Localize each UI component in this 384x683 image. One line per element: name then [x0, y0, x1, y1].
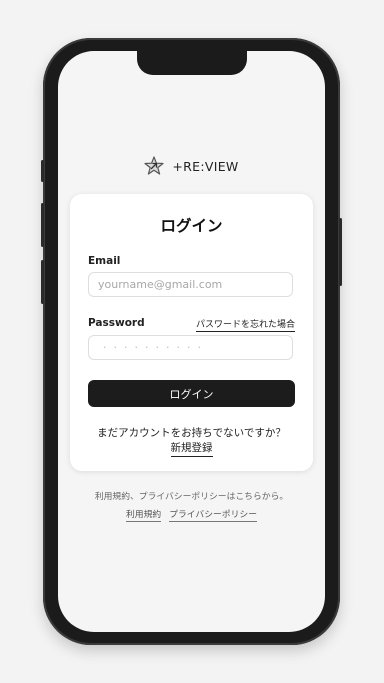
- power-button: [339, 218, 342, 286]
- register-link[interactable]: 新規登録: [170, 440, 213, 457]
- login-title: ログイン: [160, 217, 223, 235]
- phone-frame: +RE:VIEW ログイン Email Password パスワードを忘れた場合…: [41, 38, 342, 645]
- star-arrow-icon: [144, 156, 165, 175]
- terms-link[interactable]: 利用規約: [126, 507, 162, 522]
- password-label: Password: [88, 317, 145, 329]
- email-input[interactable]: [88, 272, 293, 297]
- no-account-prompt: まだアカウントをお持ちでないですか？: [97, 427, 286, 439]
- volume-up-button: [41, 203, 44, 247]
- password-input[interactable]: ··········: [88, 335, 293, 360]
- terms-notice: 利用規約、プライバシーポリシーはこちらから。: [94, 492, 289, 502]
- notch: [137, 51, 247, 75]
- forgot-password-link[interactable]: パスワードを忘れた場合: [195, 317, 295, 332]
- login-button[interactable]: ログイン: [88, 380, 295, 407]
- terms-links: 利用規約 プライバシーポリシー: [58, 507, 325, 522]
- phone-screen: +RE:VIEW ログイン Email Password パスワードを忘れた場合…: [58, 51, 325, 632]
- privacy-policy-link[interactable]: プライバシーポリシー: [169, 507, 257, 522]
- login-card: ログイン Email Password パスワードを忘れた場合 ········…: [70, 194, 313, 471]
- mute-switch: [41, 160, 44, 182]
- logo-text: +RE:VIEW: [172, 158, 239, 174]
- email-label: Email: [88, 255, 121, 267]
- volume-down-button: [41, 260, 44, 304]
- app-logo: +RE:VIEW: [58, 156, 325, 176]
